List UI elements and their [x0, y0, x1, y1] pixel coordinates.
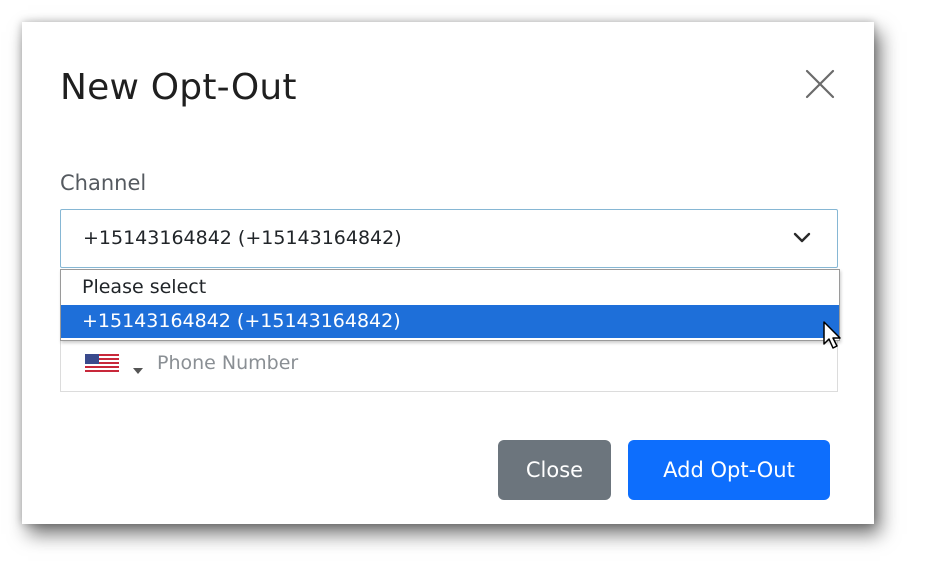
us-flag-icon[interactable]: [85, 354, 119, 372]
close-icon[interactable]: [802, 66, 838, 102]
mouse-pointer-icon: [822, 320, 844, 352]
channel-dropdown-list: Please select +15143164842 (+15143164842…: [60, 269, 840, 341]
channel-select[interactable]: +15143164842 (+15143164842): [60, 209, 838, 268]
chevron-down-icon: [791, 230, 813, 246]
channel-selected-value: +15143164842 (+15143164842): [83, 227, 402, 249]
close-button[interactable]: Close: [498, 440, 611, 500]
new-opt-out-modal: New Opt-Out Channel +15143164842 (+15143…: [22, 22, 874, 524]
dropdown-option-please-select[interactable]: Please select: [61, 271, 839, 304]
channel-label: Channel: [60, 171, 147, 195]
caret-down-icon[interactable]: [133, 359, 143, 374]
add-opt-out-button[interactable]: Add Opt-Out: [628, 440, 830, 500]
modal-title: New Opt-Out: [60, 67, 297, 108]
phone-number-field: [60, 334, 838, 392]
dropdown-option-channel-number[interactable]: +15143164842 (+15143164842): [61, 305, 839, 338]
phone-number-input[interactable]: [157, 348, 817, 378]
